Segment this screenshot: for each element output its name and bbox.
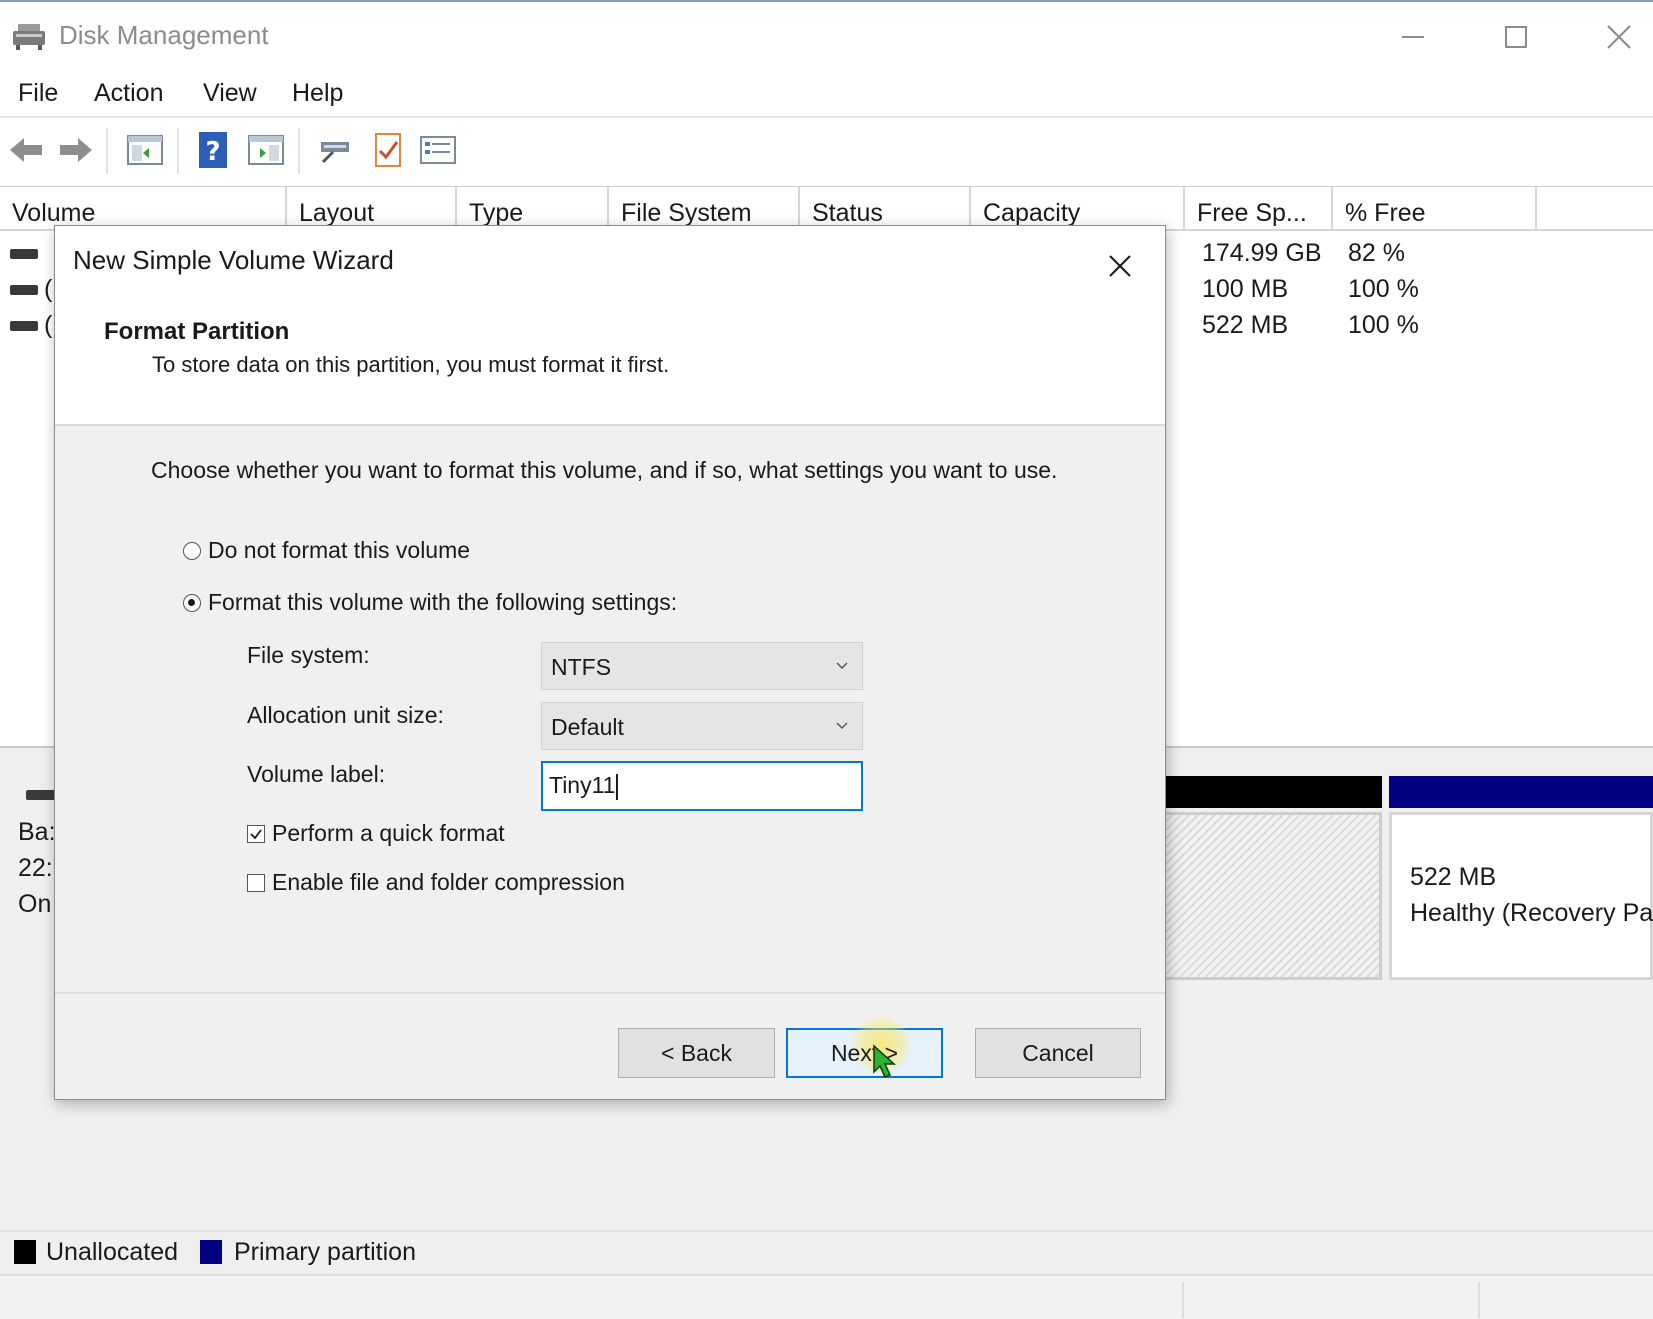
quick-format-option[interactable]: Perform a quick format	[247, 820, 505, 847]
do-not-format-radio[interactable]	[183, 541, 201, 560]
console-tree-icon[interactable]	[125, 130, 165, 170]
allocation-unit-size-label: Allocation unit size:	[247, 702, 444, 728]
close-icon	[1607, 25, 1631, 49]
close-icon	[1109, 255, 1131, 277]
percent-free-cell: 82 %	[1348, 239, 1405, 267]
column-header-filler	[1537, 187, 1653, 231]
recovery-partition-size: 522 MB	[1410, 863, 1497, 891]
menu-file[interactable]: File	[18, 79, 58, 108]
text-caret	[616, 773, 619, 800]
mouse-cursor-icon	[873, 1044, 896, 1078]
menu-help[interactable]: Help	[292, 79, 343, 108]
volume-row-icon	[10, 285, 38, 295]
file-system-select[interactable]: NTFS	[541, 642, 863, 690]
maximize-button[interactable]	[1481, 12, 1551, 62]
compression-label: Enable file and folder compression	[272, 869, 625, 895]
volume-row-icon	[10, 321, 38, 331]
checkmark-icon	[250, 828, 262, 839]
status-bar-separator	[1478, 1282, 1480, 1318]
chevron-down-icon	[836, 722, 848, 730]
disk-type-text: Ba:	[18, 818, 56, 846]
legend-unallocated: Unallocated	[46, 1238, 179, 1266]
format-volume-option[interactable]: Format this volume with the following se…	[183, 589, 677, 616]
properties-icon[interactable]	[367, 130, 407, 170]
percent-free-cell: 100 %	[1348, 311, 1419, 339]
dialog-close-button[interactable]	[1100, 246, 1140, 286]
status-bar	[0, 1274, 1653, 1319]
svg-text:?: ?	[205, 137, 220, 167]
disk-icon	[26, 790, 56, 800]
status-bar-separator	[1182, 1282, 1184, 1318]
back-arrow-icon[interactable]	[6, 130, 46, 170]
column-header-free-space[interactable]: Free Sp...	[1185, 187, 1333, 231]
close-window-button[interactable]	[1584, 12, 1653, 62]
compression-option[interactable]: Enable file and folder compression	[247, 869, 625, 896]
toolbar-separator	[298, 128, 300, 174]
primary-partition-swatch	[200, 1240, 222, 1264]
cancel-button[interactable]: Cancel	[975, 1028, 1141, 1078]
quick-format-label: Perform a quick format	[272, 820, 505, 846]
maximize-icon	[1505, 26, 1527, 48]
disk-status-text: On	[18, 890, 52, 918]
help-icon[interactable]: ?	[193, 130, 233, 170]
wizard-instruction: Choose whether you want to format this v…	[151, 457, 1058, 483]
minimize-icon	[1402, 36, 1424, 38]
allocation-unit-size-select[interactable]: Default	[541, 702, 863, 750]
toolbar-separator	[106, 128, 108, 174]
wizard-header: New Simple Volume Wizard Format Partitio…	[55, 226, 1165, 426]
volume-label-label: Volume label:	[247, 761, 386, 787]
do-not-format-label: Do not format this volume	[208, 537, 471, 563]
wizard-page-subheading: To store data on this partition, you mus…	[152, 352, 670, 377]
file-system-label: File system:	[247, 642, 370, 668]
allocation-unit-size-value: Default	[551, 714, 624, 740]
back-button[interactable]: < Back	[618, 1028, 775, 1078]
footer-separator	[55, 992, 1165, 994]
free-space-cell: 100 MB	[1202, 275, 1289, 303]
dialog-title: New Simple Volume Wizard	[73, 245, 394, 275]
new-simple-volume-wizard-dialog: New Simple Volume Wizard Format Partitio…	[54, 225, 1166, 1100]
format-volume-label: Format this volume with the following se…	[208, 589, 678, 615]
window-title: Disk Management	[59, 20, 269, 50]
volume-name-cell: (	[44, 275, 53, 303]
disk-management-window: Disk Management File Action View Help ? …	[0, 0, 1653, 1319]
recovery-partition-status: Healthy (Recovery Pa	[1410, 899, 1653, 927]
format-volume-radio[interactable]	[183, 593, 201, 612]
recovery-partition-block[interactable]: 522 MB Healthy (Recovery Pa	[1389, 812, 1653, 980]
menu-action[interactable]: Action	[94, 79, 163, 108]
column-header-percent-free[interactable]: % Free	[1333, 187, 1537, 231]
free-space-cell: 522 MB	[1202, 311, 1289, 339]
quick-format-checkbox[interactable]	[247, 824, 265, 843]
menu-view[interactable]: View	[203, 79, 257, 108]
legend-primary-partition: Primary partition	[234, 1238, 416, 1266]
chevron-down-icon	[836, 662, 848, 670]
disk-management-icon	[13, 24, 45, 50]
do-not-format-option[interactable]: Do not format this volume	[183, 537, 470, 564]
toolbar: ?	[0, 118, 1653, 186]
free-space-cell: 174.99 GB	[1202, 239, 1322, 267]
action-pane-icon[interactable]	[246, 130, 286, 170]
compression-checkbox[interactable]	[247, 873, 265, 892]
forward-arrow-icon[interactable]	[56, 130, 96, 170]
file-system-value: NTFS	[551, 654, 612, 680]
toolbar-separator	[177, 128, 179, 174]
unallocated-swatch	[14, 1240, 36, 1264]
next-button[interactable]: Next >	[786, 1016, 943, 1078]
wizard-page-heading: Format Partition	[104, 318, 290, 345]
connect-icon[interactable]	[315, 130, 355, 170]
percent-free-cell: 100 %	[1348, 275, 1419, 303]
menu-bar: File Action View Help	[0, 70, 1653, 118]
volume-row-icon	[10, 249, 38, 259]
disk-size-text: 22:	[18, 854, 53, 882]
title-bar: Disk Management	[0, 0, 1653, 70]
volume-label-value: Tiny11	[549, 772, 616, 798]
minimize-button[interactable]	[1378, 12, 1448, 62]
list-view-icon[interactable]	[418, 130, 458, 170]
volume-name-cell: (	[44, 311, 53, 339]
volume-label-input[interactable]: Tiny11	[541, 761, 863, 811]
primary-partition-header	[1389, 776, 1653, 808]
legend: Unallocated Primary partition	[0, 1230, 1653, 1274]
